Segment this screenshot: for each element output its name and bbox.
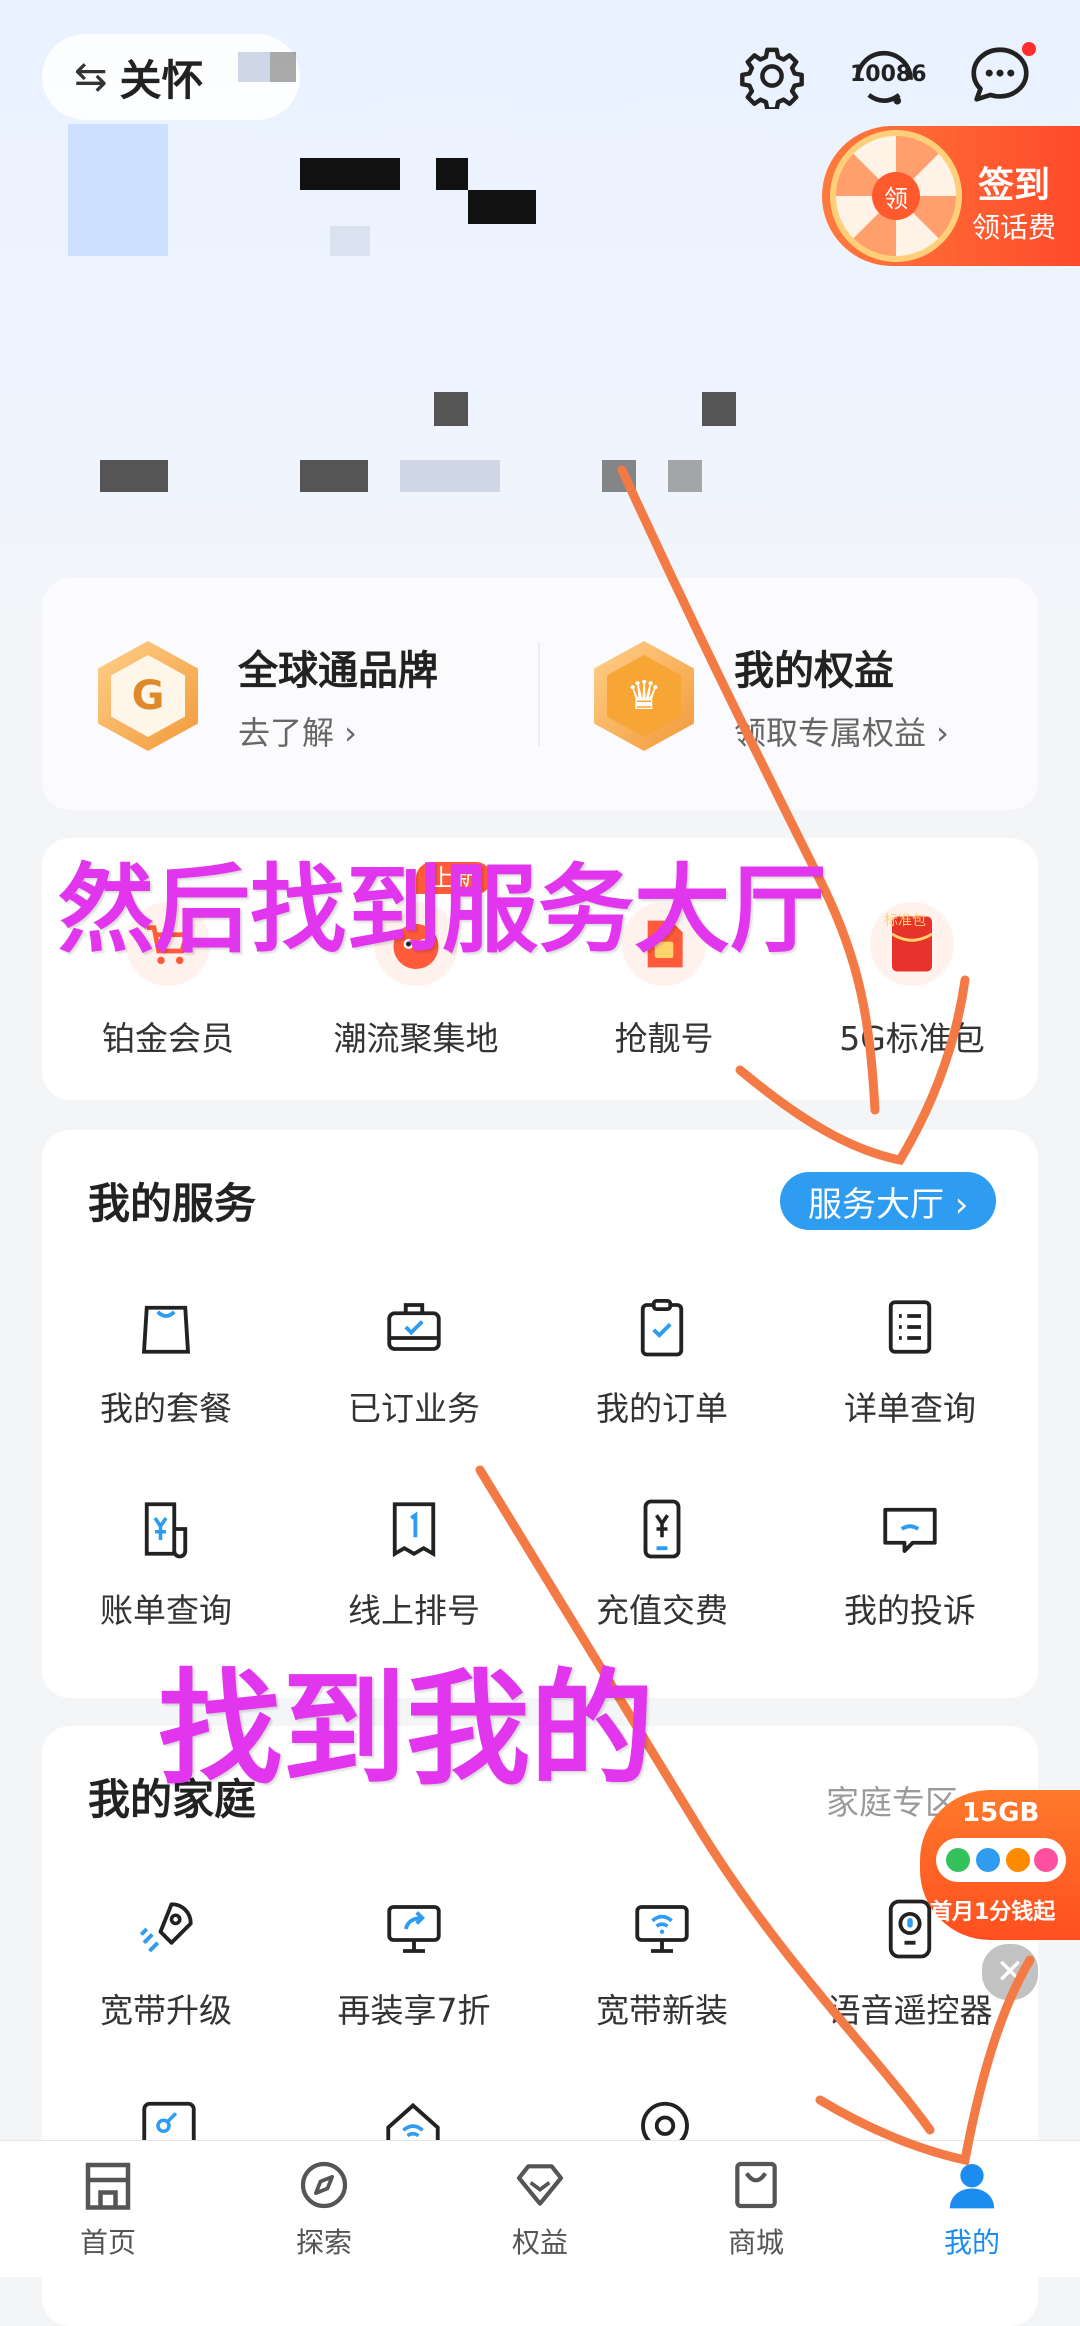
annotation-find-service-hall: 然后找到服务大厅 (58, 854, 826, 966)
annotation-find-mine: 找到我的 (158, 1658, 655, 1802)
tutorial-arrows (475, 465, 1035, 2166)
